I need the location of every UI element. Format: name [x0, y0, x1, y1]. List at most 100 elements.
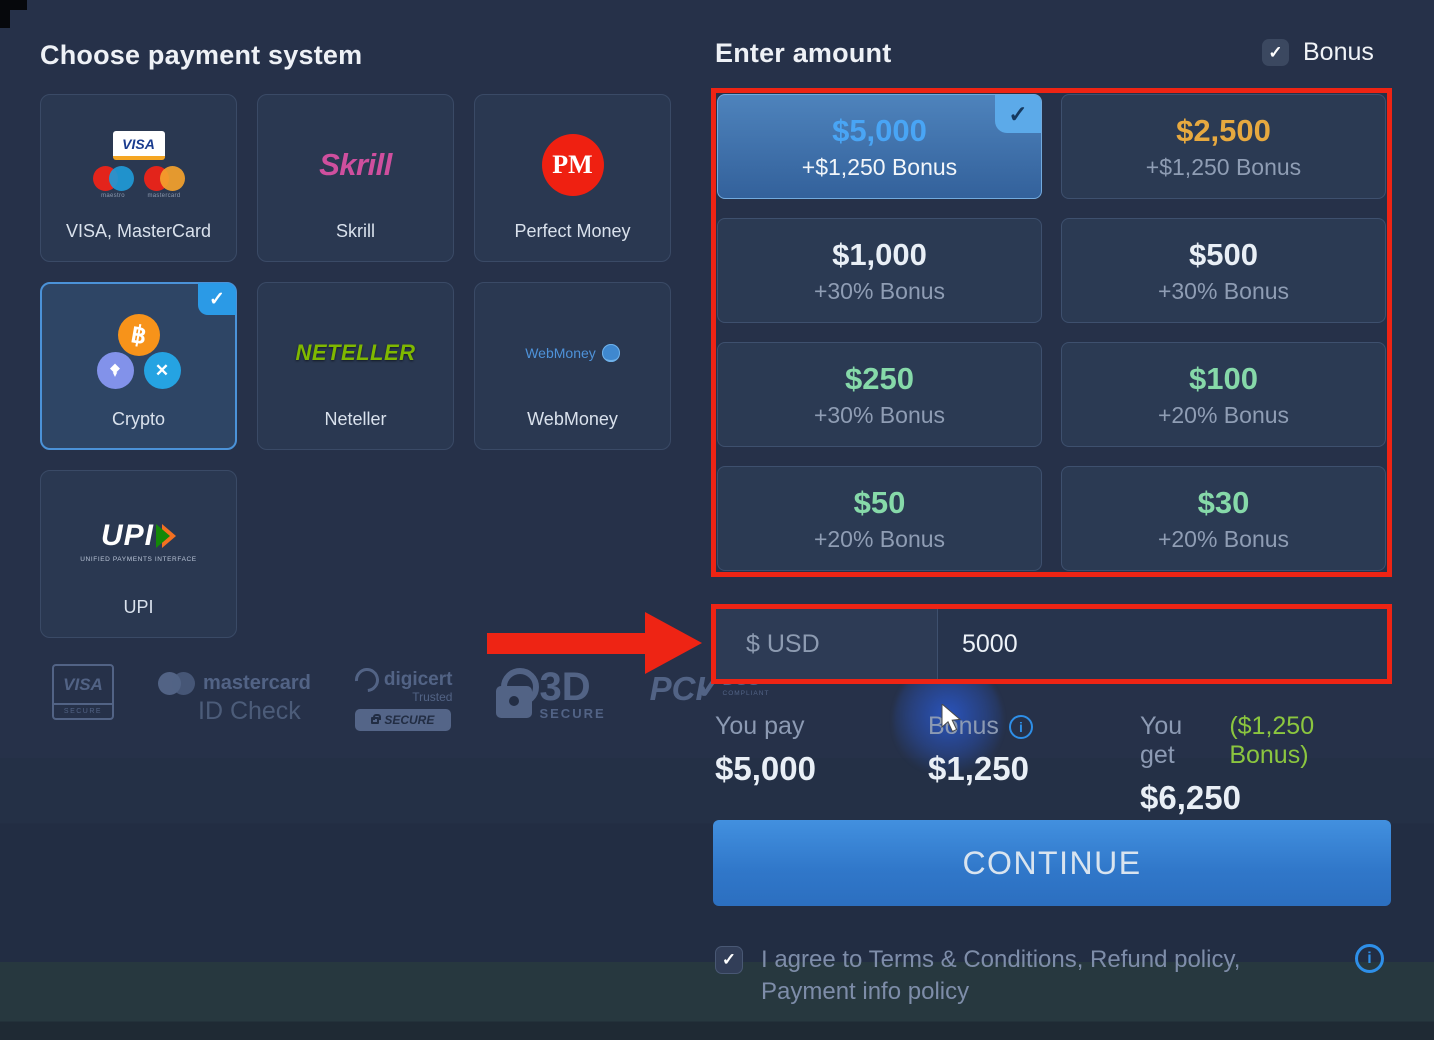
- amount-input[interactable]: [938, 609, 1387, 679]
- visa-mastercard-logo: VISA maestro mastercard: [93, 131, 185, 199]
- bonus-toggle[interactable]: ✓ Bonus: [1262, 38, 1374, 67]
- currency-selector[interactable]: $ USD: [716, 609, 938, 679]
- globe-icon: [602, 344, 620, 362]
- perfect-money-logo: PM: [542, 134, 604, 196]
- terms-row: ✓ I agree to Terms & Conditions, Refund …: [715, 944, 1393, 1008]
- visa-secure-badge-subtitle: SECURE: [54, 703, 112, 718]
- trust-badges-row: VISA SECURE mastercard ID Check digicert…: [52, 664, 769, 731]
- terms-info-icon[interactable]: i: [1355, 944, 1384, 973]
- padlock-icon: [496, 668, 532, 718]
- payment-method-label: UPI: [123, 597, 153, 618]
- you-get-label: You get: [1140, 712, 1219, 770]
- amount-value: $50: [854, 485, 906, 521]
- crypto-logo: ฿ ◆▾ ✕: [87, 314, 191, 392]
- digicert-secure-badge: digicert Trusted SECURE: [355, 668, 453, 731]
- threed-secure-badge: 3D SECURE: [496, 668, 605, 721]
- deposit-summary: You pay $5,000 Bonus i $1,250 You get ($…: [715, 712, 1391, 817]
- upi-logo: UPI UNIFIED PAYMENTS INTERFACE: [80, 519, 196, 563]
- payment-method-label: VISA, MasterCard: [66, 221, 211, 242]
- bonus-toggle-label: Bonus: [1303, 38, 1374, 67]
- amount-option-5000[interactable]: $5,000 +$1,250 Bonus ✓: [717, 94, 1042, 199]
- threed-secure-small: SECURE: [539, 706, 605, 721]
- amount-value: $500: [1189, 237, 1258, 273]
- choose-payment-title: Choose payment system: [40, 40, 362, 71]
- amount-value: $30: [1198, 485, 1250, 521]
- you-get-bonus-note: ($1,250 Bonus): [1229, 712, 1391, 770]
- mastercard-logo: mastercard: [144, 166, 185, 199]
- amount-bonus: +20% Bonus: [814, 526, 945, 553]
- amount-option-500[interactable]: $500 +30% Bonus: [1061, 218, 1386, 323]
- amount-value: $250: [845, 361, 914, 397]
- bonus-info-icon[interactable]: i: [1009, 715, 1033, 739]
- payment-method-upi[interactable]: UPI UNIFIED PAYMENTS INTERFACE UPI: [40, 470, 237, 638]
- bonus-label: Bonus: [928, 712, 999, 741]
- red-arrow-annotation: [487, 612, 702, 674]
- bonus-checkbox[interactable]: ✓: [1262, 39, 1289, 66]
- amount-bonus: +30% Bonus: [814, 278, 945, 305]
- digicert-secure-pill: SECURE: [355, 709, 451, 731]
- mastercard-badge-brand: mastercard: [203, 672, 311, 695]
- payment-method-label: Crypto: [112, 409, 165, 430]
- mastercard-circles-icon: [158, 672, 195, 695]
- neteller-logo: NETELLER: [295, 340, 415, 366]
- mastercard-badge-product: ID Check: [198, 697, 311, 726]
- payment-methods-grid: VISA maestro mastercard VISA, MasterCard…: [40, 94, 671, 638]
- amount-value: $100: [1189, 361, 1258, 397]
- payment-method-label: WebMoney: [527, 409, 618, 430]
- pci-compliant-label: COMPLIANT: [723, 690, 770, 697]
- visa-secure-badge-title: VISA: [54, 666, 112, 703]
- digicert-icon: [350, 663, 384, 697]
- amount-input-box: $ USD: [711, 604, 1392, 684]
- amount-bonus: +30% Bonus: [1158, 278, 1289, 305]
- skrill-logo: Skrill: [319, 147, 392, 183]
- payment-method-label: Skrill: [336, 221, 375, 242]
- amount-bonus: +$1,250 Bonus: [802, 154, 957, 181]
- amount-option-1000[interactable]: $1,000 +30% Bonus: [717, 218, 1042, 323]
- enter-amount-title: Enter amount: [715, 38, 891, 69]
- digicert-brand: digicert: [384, 669, 453, 691]
- amount-value: $2,500: [1176, 113, 1271, 149]
- amount-bonus: +$1,250 Bonus: [1146, 154, 1301, 181]
- maestro-logo: maestro: [93, 166, 134, 199]
- payment-method-perfect-money[interactable]: PMPerfect Money: [474, 94, 671, 262]
- amount-option-250[interactable]: $250 +30% Bonus: [717, 342, 1042, 447]
- lock-icon: [371, 717, 379, 724]
- selected-check-badge: ✓: [995, 95, 1041, 133]
- currency-label: $ USD: [746, 630, 820, 659]
- amount-option-2500[interactable]: $2,500 +$1,250 Bonus: [1061, 94, 1386, 199]
- screen-corner-artifact: [0, 0, 10, 28]
- amount-value: $5,000: [832, 113, 927, 149]
- bitcoin-icon: ฿: [118, 314, 160, 356]
- payment-method-neteller[interactable]: NETELLER Neteller: [257, 282, 454, 450]
- amount-value: $1,000: [832, 237, 927, 273]
- amount-option-100[interactable]: $100 +20% Bonus: [1061, 342, 1386, 447]
- visa-secure-badge: VISA SECURE: [52, 664, 114, 720]
- continue-button[interactable]: CONTINUE: [713, 820, 1391, 906]
- you-get-value: $6,250: [1140, 779, 1391, 817]
- selected-check-badge: ✓: [198, 283, 236, 315]
- mastercard-id-check-badge: mastercard ID Check: [158, 672, 311, 726]
- payment-method-skrill[interactable]: Skrill Skrill: [257, 94, 454, 262]
- bonus-value: $1,250: [928, 750, 1140, 788]
- terms-checkbox[interactable]: ✓: [715, 946, 743, 974]
- digicert-secure-label: SECURE: [384, 713, 434, 727]
- digicert-trusted-label: Trusted: [412, 690, 452, 704]
- amount-options-grid: $5,000+$1,250 Bonus✓$2,500+$1,250 Bonus$…: [711, 88, 1392, 577]
- amount-bonus: +20% Bonus: [1158, 526, 1289, 553]
- terms-text[interactable]: I agree to Terms & Conditions, Refund po…: [761, 944, 1339, 1008]
- amount-bonus: +20% Bonus: [1158, 402, 1289, 429]
- visa-logo: VISA: [113, 131, 165, 160]
- ripple-icon: ✕: [144, 352, 181, 389]
- upi-arrow-icon: [156, 524, 176, 548]
- payment-method-label: Neteller: [324, 409, 386, 430]
- you-pay-value: $5,000: [715, 750, 928, 788]
- ethereum-icon: ◆▾: [97, 352, 134, 389]
- payment-method-visa-mastercard[interactable]: VISA maestro mastercard VISA, MasterCard: [40, 94, 237, 262]
- payment-method-crypto[interactable]: ฿ ◆▾ ✕ Crypto ✓: [40, 282, 237, 450]
- amount-bonus: +30% Bonus: [814, 402, 945, 429]
- payment-method-webmoney[interactable]: WebMoney WebMoney: [474, 282, 671, 450]
- you-pay-label: You pay: [715, 712, 928, 741]
- amount-option-30[interactable]: $30 +20% Bonus: [1061, 466, 1386, 571]
- webmoney-logo: WebMoney: [525, 344, 620, 362]
- amount-option-50[interactable]: $50 +20% Bonus: [717, 466, 1042, 571]
